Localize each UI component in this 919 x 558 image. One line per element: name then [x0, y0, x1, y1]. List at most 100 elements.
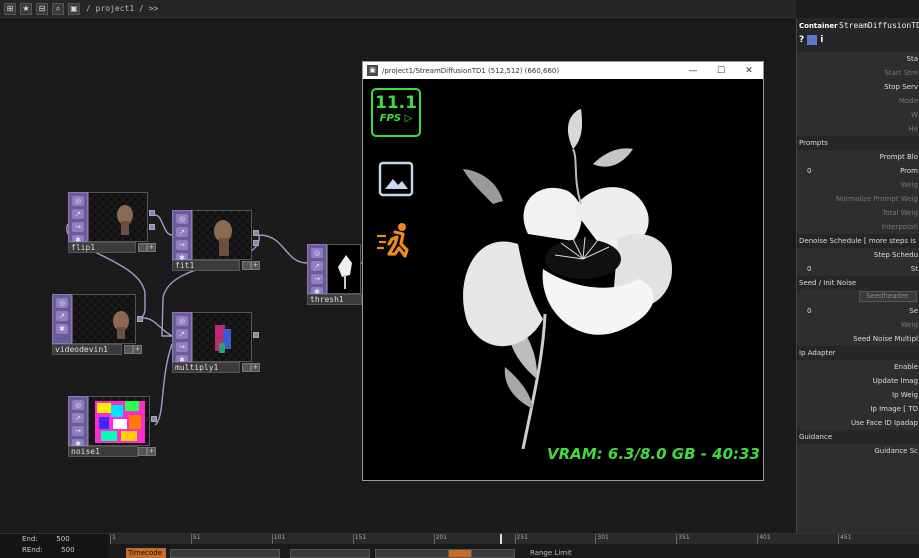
parameter-row[interactable]: 0 St [797, 262, 919, 276]
output-port[interactable] [253, 230, 259, 236]
lock-icon[interactable]: ✱ [56, 324, 68, 334]
node-menu-button[interactable] [138, 447, 147, 456]
output-port[interactable] [253, 332, 259, 338]
node-menu-button[interactable] [138, 243, 147, 252]
close-button[interactable]: ✕ [735, 66, 763, 76]
python-icon[interactable] [807, 35, 818, 45]
node-menu-button[interactable] [124, 345, 133, 354]
timeline-segment[interactable] [170, 549, 280, 558]
transport-controls[interactable] [375, 549, 515, 558]
play-button[interactable] [448, 549, 472, 558]
lock-icon[interactable]: → [176, 240, 188, 250]
hand-preview-icon [117, 205, 133, 235]
parameter-row[interactable]: Sta [797, 52, 919, 66]
parameter-row[interactable]: Ip Weig [797, 388, 919, 402]
parameter-row[interactable]: Use Face ID Ipadap [797, 416, 919, 430]
bypass-icon[interactable]: ↗ [176, 329, 188, 339]
timeline-ruler[interactable]: 1 51 101 151 201 251 301 351 401 451 [110, 534, 919, 544]
parameter-row[interactable]: Interpolati [797, 220, 919, 234]
end-value[interactable]: 500 [54, 535, 69, 544]
node-label[interactable]: fit1 [172, 260, 240, 271]
window-titlebar[interactable]: ▣ /project1/StreamDiffusionTD1 (512,512)… [363, 62, 763, 79]
parameter-section-header[interactable]: Ip Adapter [797, 346, 919, 360]
parameter-row[interactable]: He [797, 122, 919, 136]
parameter-row[interactable]: 0 Se [797, 304, 919, 318]
viewer-toggle-icon[interactable]: ◎ [72, 196, 84, 206]
bookmark-button[interactable]: ★ [20, 2, 32, 15]
timeline-segment[interactable] [290, 549, 370, 558]
node-menu-button[interactable] [242, 363, 251, 372]
parameter-section-header[interactable]: Guidance [797, 430, 919, 444]
node-label[interactable]: videodevin1 [52, 344, 122, 355]
viewer-toggle-icon[interactable]: ◎ [311, 248, 323, 258]
bypass-icon[interactable]: ↗ [56, 311, 68, 321]
parameter-row[interactable]: Update Imag [797, 374, 919, 388]
output-port[interactable] [253, 240, 259, 246]
parameter-row[interactable]: Weig [797, 178, 919, 192]
node-add-button[interactable]: + [147, 243, 156, 252]
view-button[interactable]: ▣ [68, 2, 80, 15]
home-button[interactable]: ⊞ [4, 2, 16, 15]
parameter-row[interactable]: Prompt Blo [797, 150, 919, 164]
lock-icon[interactable]: → [176, 342, 188, 352]
parameter-row[interactable]: Weig [797, 318, 919, 332]
node-label[interactable]: flip1 [68, 242, 136, 253]
viewer-toggle-icon[interactable]: ◎ [176, 214, 188, 224]
layout-button[interactable]: ⊟ [36, 2, 48, 15]
minimize-button[interactable]: — [679, 66, 707, 76]
parameter-row[interactable]: Enable [797, 360, 919, 374]
parameter-row[interactable]: Start Stre [797, 66, 919, 80]
parameter-row[interactable]: 0 Prom [797, 164, 919, 178]
node-add-button[interactable]: + [133, 345, 142, 354]
network-path[interactable]: / project1 / >> [86, 4, 158, 13]
search-button[interactable]: ⌕ [52, 2, 64, 15]
timeline-playhead[interactable] [500, 534, 502, 544]
node-label[interactable]: thresh1 [307, 294, 362, 305]
range-limit-label[interactable]: Range Limit [530, 548, 572, 558]
bypass-icon[interactable]: ↗ [72, 413, 84, 423]
node-menu-button[interactable] [242, 261, 251, 270]
parameter-row[interactable]: Seedheader [797, 290, 919, 304]
parameter-row[interactable]: Mode [797, 94, 919, 108]
parameter-row[interactable]: Step Schedu [797, 248, 919, 262]
maximize-button[interactable]: ☐ [707, 66, 735, 76]
bypass-icon[interactable]: ↗ [72, 209, 84, 219]
rend-value[interactable]: 500 [59, 546, 74, 555]
parameter-section-header[interactable]: Seed / Init Noise [797, 276, 919, 290]
output-port[interactable] [137, 316, 143, 322]
output-port[interactable] [149, 210, 155, 216]
node-label[interactable]: multiply1 [172, 362, 240, 373]
lock-icon[interactable]: → [72, 426, 84, 436]
node-add-button[interactable]: + [251, 261, 260, 270]
streamdiffusion-output-window[interactable]: ▣ /project1/StreamDiffusionTD1 (512,512)… [362, 61, 764, 481]
fps-indicator[interactable]: 11.1 FPS ▷ [371, 88, 421, 137]
parameter-row[interactable]: Stop Serv [797, 80, 919, 94]
parameter-section-header[interactable]: Denoise Schedule [ more steps is [797, 234, 919, 248]
node-add-button[interactable]: + [147, 447, 156, 456]
viewer-toggle-icon[interactable]: ◎ [176, 316, 188, 326]
help-icon[interactable]: ? [799, 35, 804, 45]
running-person-icon[interactable] [375, 220, 417, 262]
parameter-row[interactable]: Seed Noise Multipl [797, 332, 919, 346]
output-port[interactable] [151, 416, 157, 422]
info-icon[interactable]: i [820, 35, 823, 45]
parameter-row[interactable]: Guidance Sc [797, 444, 919, 458]
parameter-row[interactable]: Normalize Prompt Weig [797, 192, 919, 206]
operator-name[interactable]: StreamDiffusionTD [839, 21, 919, 30]
image-icon[interactable] [378, 161, 414, 197]
parameter-row[interactable]: Ip Image [ TO [797, 402, 919, 416]
lock-icon[interactable]: → [72, 222, 84, 232]
parameter-section-header[interactable]: Prompts [797, 136, 919, 150]
timecode-button[interactable]: Timecode [126, 548, 166, 558]
lock-icon[interactable]: → [311, 274, 323, 284]
viewer-toggle-icon[interactable]: ◎ [72, 400, 84, 410]
node-add-button[interactable]: + [251, 363, 260, 372]
bypass-icon[interactable]: ↗ [176, 227, 188, 237]
node-label[interactable]: noise1 [68, 446, 138, 457]
bypass-icon[interactable]: ↗ [311, 261, 323, 271]
viewer-toggle-icon[interactable]: ◎ [56, 298, 68, 308]
parameter-row[interactable]: W [797, 108, 919, 122]
parameter-field[interactable]: Seedheader [859, 291, 917, 302]
output-port[interactable] [149, 224, 155, 230]
parameter-row[interactable]: Total Weig [797, 206, 919, 220]
